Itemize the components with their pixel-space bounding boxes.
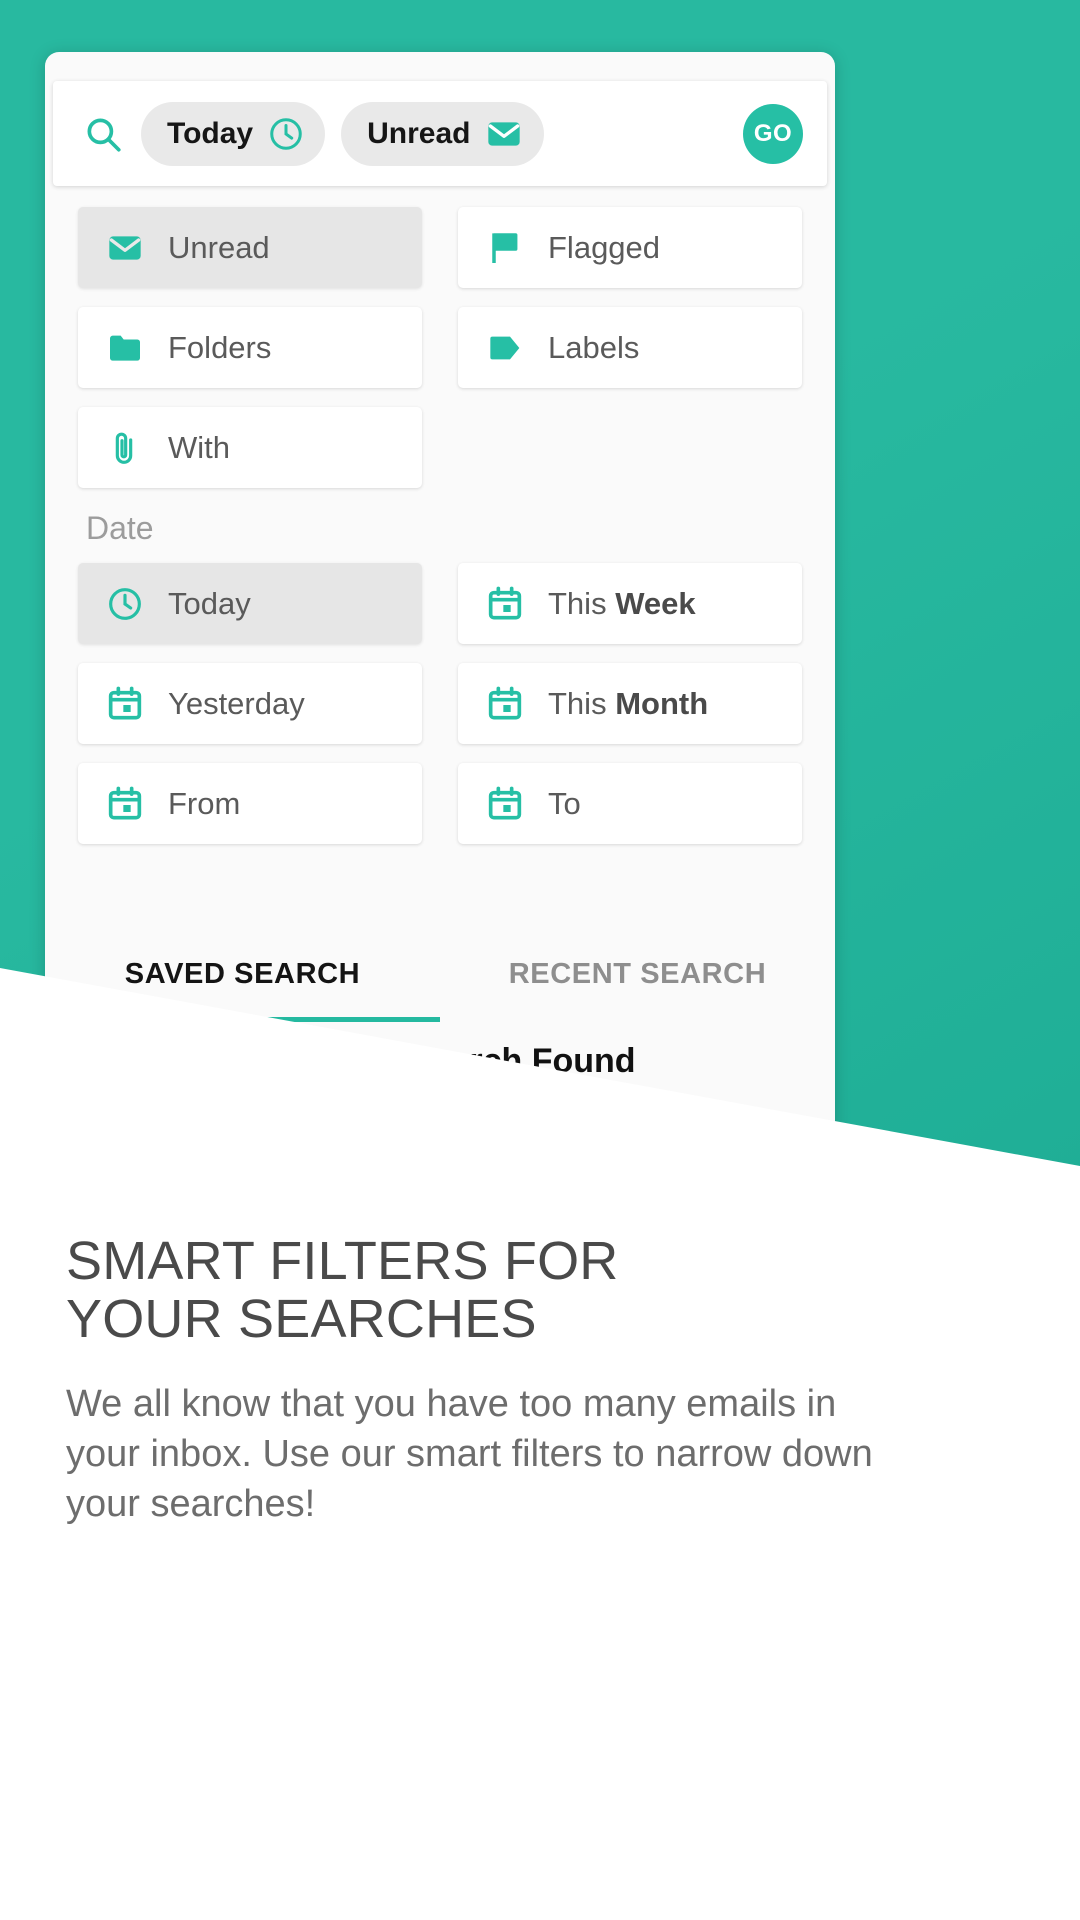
date-label: Today xyxy=(168,586,251,621)
promo-headline: SMART FILTERS FOR YOUR SEARCHES xyxy=(66,1232,896,1349)
search-chip-today[interactable]: Today xyxy=(141,101,326,166)
date-button-this-week[interactable]: This Week xyxy=(458,563,802,644)
flag-icon xyxy=(484,227,526,269)
date-cell: To xyxy=(458,763,802,844)
promo-headline-line2: YOUR SEARCHES xyxy=(66,1289,537,1350)
date-button-yesterday[interactable]: Yesterday xyxy=(78,663,422,744)
app-screenshot-card: Today Unread GO Unread Flagged Folders L… xyxy=(45,52,835,1152)
filter-cell: Folders xyxy=(78,307,422,388)
date-row: From To xyxy=(78,763,802,844)
clock-icon xyxy=(104,583,146,625)
calendar-icon xyxy=(484,783,526,825)
calendar-icon xyxy=(104,783,146,825)
search-bar[interactable]: Today Unread GO xyxy=(53,81,827,186)
tag-icon xyxy=(484,327,526,369)
filter-label: Folders xyxy=(168,330,272,365)
date-button-to[interactable]: To xyxy=(458,763,802,844)
filter-button-folders[interactable]: Folders xyxy=(78,307,422,388)
filter-button-with[interactable]: With xyxy=(78,407,422,488)
clock-icon xyxy=(267,115,305,153)
date-button-from[interactable]: From xyxy=(78,763,422,844)
date-cell: This Month xyxy=(458,663,802,744)
tab-recent-search[interactable]: RECENT SEARCH xyxy=(440,926,835,1022)
filter-button-flagged[interactable]: Flagged xyxy=(458,207,802,288)
filter-grid: Unread Flagged Folders Labels With Date … xyxy=(45,207,835,863)
filter-button-unread[interactable]: Unread xyxy=(78,207,422,288)
promo-body: We all know that you have too many email… xyxy=(66,1382,873,1525)
envelope-icon xyxy=(484,114,524,154)
filter-cell: Labels xyxy=(458,307,802,388)
filter-label: Flagged xyxy=(548,230,661,265)
date-label: From xyxy=(168,786,241,821)
filter-button-labels[interactable]: Labels xyxy=(458,307,802,388)
filter-cell: With xyxy=(78,407,422,488)
filter-row: With xyxy=(78,407,802,488)
paperclip-icon xyxy=(104,427,146,469)
envelope-icon xyxy=(104,227,146,269)
go-button[interactable]: GO xyxy=(743,103,803,164)
filter-row: Unread Flagged xyxy=(78,207,802,288)
folder-icon xyxy=(104,327,146,369)
filter-label: Labels xyxy=(548,330,640,365)
date-button-today[interactable]: Today xyxy=(78,563,422,644)
calendar-icon xyxy=(104,683,146,725)
filter-cell: Unread xyxy=(78,207,422,288)
search-chip-unread[interactable]: Unread xyxy=(341,101,545,166)
filter-label: Unread xyxy=(168,230,270,265)
date-button-this-month[interactable]: This Month xyxy=(458,663,802,744)
date-label: This Month xyxy=(548,686,709,721)
filter-label: With xyxy=(168,430,230,465)
date-cell: Yesterday xyxy=(78,663,422,744)
filter-cell: Flagged xyxy=(458,207,802,288)
date-label: This Week xyxy=(548,586,696,621)
date-label: To xyxy=(548,786,581,821)
search-chip-today-label: Today xyxy=(167,116,254,150)
date-cell: From xyxy=(78,763,422,844)
search-chip-unread-label: Unread xyxy=(367,116,471,150)
promo-section: SMART FILTERS FOR YOUR SEARCHES We all k… xyxy=(66,1232,896,1529)
date-row: Today This Week xyxy=(78,563,802,644)
search-icon[interactable] xyxy=(81,112,125,156)
date-label: Yesterday xyxy=(168,686,305,721)
date-cell: This Week xyxy=(458,563,802,644)
date-row: Yesterday This Month xyxy=(78,663,802,744)
date-section-title: Date xyxy=(86,510,154,546)
date-cell: Today xyxy=(78,563,422,644)
calendar-icon xyxy=(484,683,526,725)
calendar-icon xyxy=(484,583,526,625)
filter-row: Folders Labels xyxy=(78,307,802,388)
promo-headline-line1: SMART FILTERS FOR xyxy=(66,1231,619,1291)
